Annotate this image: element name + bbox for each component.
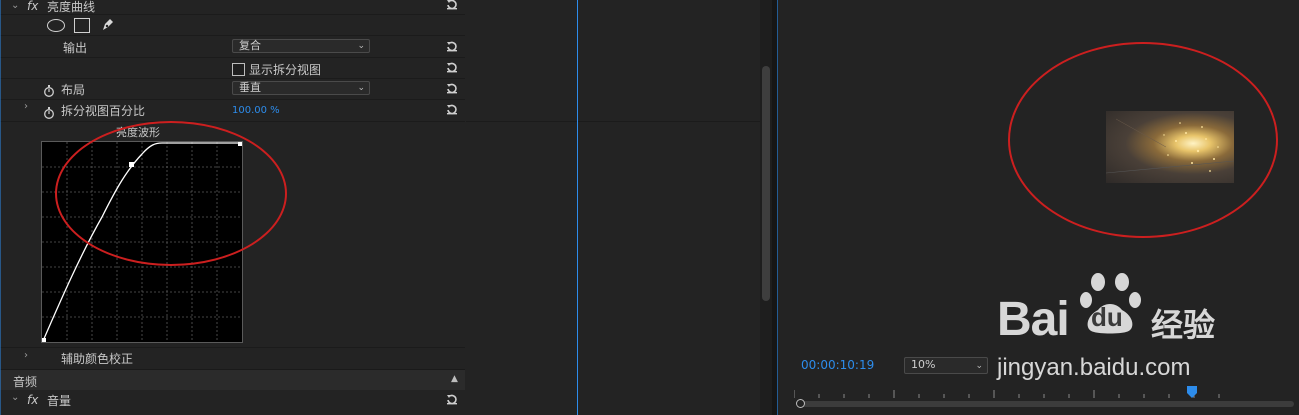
watermark-brand-cn: 经验 bbox=[1151, 306, 1216, 344]
stopwatch-icon[interactable] bbox=[43, 82, 55, 97]
annotation-ellipse-left bbox=[55, 121, 287, 266]
chevron-down-icon: ⌄ bbox=[975, 361, 983, 371]
layout-dropdown[interactable]: 垂直 ⌄ bbox=[232, 81, 370, 95]
timeline-area bbox=[466, 0, 760, 415]
curve-endpoint-start bbox=[42, 338, 46, 342]
zoom-dropdown[interactable]: 10% ⌄ bbox=[904, 357, 988, 374]
pen-mask-icon[interactable] bbox=[100, 16, 116, 32]
zoom-scrollbar-handle[interactable] bbox=[796, 399, 805, 408]
stopwatch-icon[interactable] bbox=[43, 104, 55, 119]
annotation-ellipse-right bbox=[1008, 42, 1278, 238]
baidu-watermark: Bai du 经验 jingyan.baidu.com bbox=[995, 272, 1295, 392]
collapse-triangle-icon[interactable]: ▲ bbox=[451, 374, 458, 384]
zoom-value: 10% bbox=[911, 358, 936, 371]
audio-section-label: 音频 bbox=[13, 375, 38, 389]
vertical-scrollbar-thumb[interactable] bbox=[762, 66, 770, 301]
effect-controls-panel: ⌄ fx 亮度曲线 输出 复合 ⌄ 显示拆分视图 布局 垂直 ⌄ › 拆分视图百… bbox=[0, 0, 467, 415]
audio-section-header[interactable]: 音频 ▲ bbox=[0, 369, 465, 390]
zoom-scrollbar[interactable] bbox=[800, 401, 1294, 407]
reset-icon[interactable] bbox=[445, 82, 459, 94]
chevron-down-icon: ⌄ bbox=[357, 83, 365, 93]
reset-icon[interactable] bbox=[445, 0, 459, 10]
chevron-down-icon: ⌄ bbox=[357, 41, 365, 51]
playhead-line[interactable] bbox=[577, 0, 578, 415]
output-value: 复合 bbox=[239, 39, 261, 52]
rectangle-mask-icon[interactable] bbox=[74, 18, 90, 33]
output-dropdown[interactable]: 复合 ⌄ bbox=[232, 39, 370, 53]
reset-icon[interactable] bbox=[445, 61, 459, 73]
timeline-divider bbox=[466, 121, 760, 122]
collapse-chevron-icon[interactable]: ⌄ bbox=[11, 0, 19, 11]
split-view-checkbox[interactable] bbox=[232, 63, 245, 76]
watermark-brand: Bai bbox=[997, 293, 1070, 346]
ellipse-mask-icon[interactable] bbox=[47, 19, 65, 32]
panel-border-left bbox=[0, 0, 1, 415]
fx-badge[interactable]: fx bbox=[27, 393, 38, 407]
split-view-label: 显示拆分视图 bbox=[249, 63, 322, 77]
watermark-brand-du: du bbox=[1091, 302, 1123, 332]
layout-label: 布局 bbox=[61, 83, 86, 97]
layout-value: 垂直 bbox=[239, 81, 261, 94]
playhead-timecode[interactable]: 00:00:10:19 bbox=[801, 358, 874, 372]
split-percent-label: 拆分视图百分比 bbox=[61, 104, 146, 118]
fx-badge[interactable]: fx bbox=[27, 0, 38, 13]
split-percent-value[interactable]: 100.00 % bbox=[232, 105, 280, 116]
effect-title-luma-curve: 亮度曲线 bbox=[47, 0, 96, 14]
reset-icon[interactable] bbox=[445, 40, 459, 52]
expand-chevron-icon[interactable]: › bbox=[24, 101, 28, 112]
reset-icon[interactable] bbox=[445, 393, 459, 405]
reset-icon[interactable] bbox=[445, 103, 459, 115]
watermark-url: jingyan.baidu.com bbox=[997, 354, 1191, 381]
effect-title-volume: 音量 bbox=[47, 394, 72, 408]
collapse-chevron-icon[interactable]: ⌄ bbox=[11, 392, 19, 403]
output-label: 输出 bbox=[63, 41, 88, 55]
expand-chevron-icon[interactable]: › bbox=[24, 350, 28, 361]
secondary-color-label: 辅助颜色校正 bbox=[61, 352, 134, 366]
